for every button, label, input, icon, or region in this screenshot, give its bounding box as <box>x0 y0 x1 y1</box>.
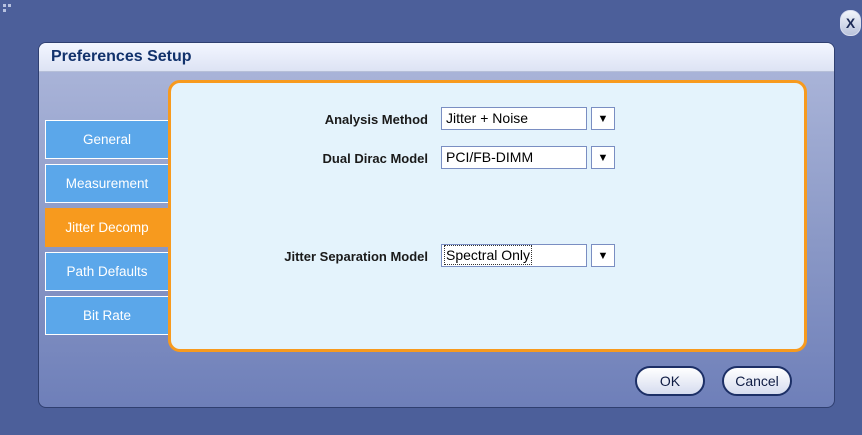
preferences-dialog: Preferences Setup General Measurement Ji… <box>38 42 835 408</box>
dual-dirac-model-value[interactable]: PCI/FB-DIMM <box>441 146 587 169</box>
analysis-method-label: Analysis Method <box>324 112 428 127</box>
tab-bit-rate[interactable]: Bit Rate <box>45 296 169 335</box>
dual-dirac-model-label: Dual Dirac Model <box>322 151 428 166</box>
chevron-down-icon[interactable]: ▼ <box>591 244 615 267</box>
close-icon: X <box>845 15 856 31</box>
tab-general[interactable]: General <box>45 120 169 159</box>
jitter-separation-model-label: Jitter Separation Model <box>284 249 428 264</box>
settings-panel: Analysis Method Jitter + Noise ▼ Dual Di… <box>168 80 807 352</box>
analysis-method-value[interactable]: Jitter + Noise <box>441 107 587 130</box>
chevron-down-icon[interactable]: ▼ <box>591 107 615 130</box>
tab-measurement[interactable]: Measurement <box>45 164 169 203</box>
close-button[interactable]: X <box>840 10 861 36</box>
chevron-down-icon[interactable]: ▼ <box>591 146 615 169</box>
window-grip-icon[interactable] <box>3 4 17 18</box>
cancel-button[interactable]: Cancel <box>722 366 792 396</box>
dialog-title: Preferences Setup <box>51 48 192 65</box>
dialog-titlebar: Preferences Setup <box>39 43 834 72</box>
jitter-separation-model-value[interactable]: Spectral Only <box>441 244 587 267</box>
tab-path-defaults[interactable]: Path Defaults <box>45 252 169 291</box>
tab-jitter-decomp[interactable]: Jitter Decomp <box>45 208 169 247</box>
ok-button[interactable]: OK <box>635 366 705 396</box>
